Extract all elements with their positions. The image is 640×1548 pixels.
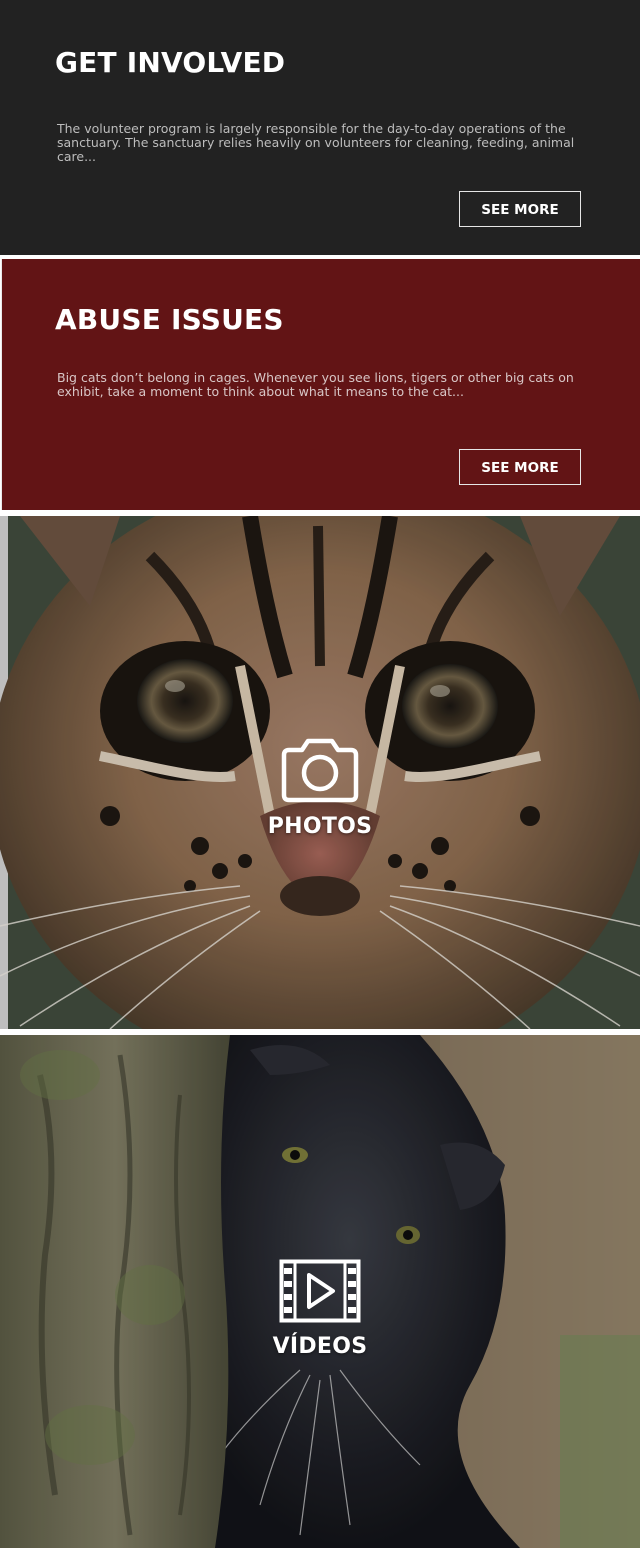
abuse-issues-description: Big cats don’t belong in cages. Whenever… — [57, 370, 574, 399]
videos-label: VÍDEOS — [272, 1334, 368, 1359]
abuse-issues-see-more-button[interactable]: SEE MORE — [459, 449, 581, 485]
camera-icon — [281, 738, 359, 803]
film-play-icon — [279, 1259, 361, 1323]
photos-label: PHOTOS — [267, 814, 373, 839]
get-involved-see-more-button[interactable]: SEE MORE — [459, 191, 581, 227]
get-involved-section: GET INVOLVED The volunteer program is la… — [0, 0, 640, 255]
abuse-issues-title: ABUSE ISSUES — [55, 303, 284, 336]
get-involved-title: GET INVOLVED — [55, 46, 286, 79]
photos-tile[interactable]: PHOTOS — [0, 516, 640, 1029]
get-involved-description: The volunteer program is largely respons… — [57, 121, 575, 164]
videos-tile[interactable]: VÍDEOS — [0, 1035, 640, 1548]
